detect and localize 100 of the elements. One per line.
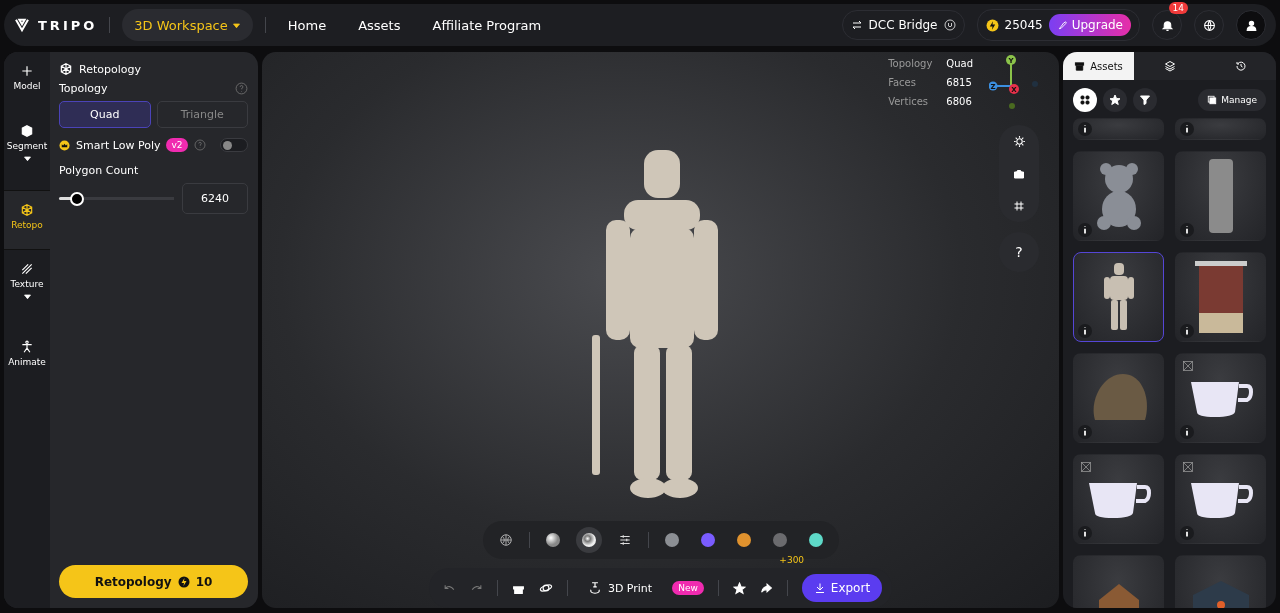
filter-button[interactable] bbox=[1103, 88, 1127, 112]
tool-rail-item[interactable]: Segment bbox=[4, 112, 50, 190]
asset-card[interactable] bbox=[1073, 252, 1164, 342]
stat-label: Topology bbox=[888, 58, 933, 69]
filter-button[interactable] bbox=[1133, 88, 1157, 112]
info-icon[interactable] bbox=[1078, 324, 1092, 338]
share-button[interactable] bbox=[759, 581, 773, 595]
tool-rail-item[interactable]: Model bbox=[4, 52, 50, 112]
camera-icon bbox=[1013, 168, 1025, 180]
star-icon bbox=[732, 581, 746, 595]
stat-label: Faces bbox=[888, 77, 917, 88]
profile-button[interactable] bbox=[1236, 10, 1266, 40]
lightning-coin-icon bbox=[177, 575, 190, 588]
mesh-icon bbox=[1182, 360, 1194, 372]
orbit-button[interactable] bbox=[538, 581, 553, 595]
bonus-label: +300 bbox=[779, 555, 805, 565]
manage-icon bbox=[1207, 95, 1218, 105]
upgrade-button[interactable]: Upgrade bbox=[1048, 14, 1131, 36]
glossy-sphere-icon bbox=[581, 533, 596, 547]
nav-link[interactable]: Affiliate Program bbox=[432, 17, 542, 33]
lightning-coin-icon bbox=[985, 18, 999, 32]
panel-title: Retopology bbox=[79, 62, 141, 76]
info-icon[interactable] bbox=[1180, 324, 1194, 338]
topology-option[interactable]: Triangle bbox=[156, 101, 248, 128]
bell-icon bbox=[1160, 18, 1174, 32]
grid-icon bbox=[1079, 94, 1091, 106]
tool-rail-item[interactable]: Texture bbox=[4, 250, 50, 328]
nav-link[interactable]: Home bbox=[287, 17, 327, 33]
retopology-button[interactable]: Retopology 10 bbox=[59, 565, 248, 598]
help-button[interactable]: ? bbox=[999, 232, 1039, 272]
export-button[interactable]: Export bbox=[801, 574, 883, 602]
asset-card[interactable] bbox=[1175, 252, 1266, 342]
star-icon bbox=[1109, 94, 1121, 106]
sliders-icon bbox=[617, 533, 632, 547]
asset-card[interactable] bbox=[1175, 353, 1266, 443]
crown-coin-icon bbox=[59, 139, 70, 151]
favorite-button[interactable] bbox=[732, 581, 746, 595]
help-icon bbox=[235, 82, 248, 95]
info-icon[interactable] bbox=[1180, 526, 1194, 540]
nav-link[interactable]: Assets bbox=[358, 17, 401, 33]
manage-button[interactable]: Manage bbox=[1198, 89, 1266, 111]
armored-figure-drawing bbox=[1101, 263, 1136, 331]
info-icon[interactable] bbox=[1078, 526, 1092, 540]
stat-value: Quad bbox=[946, 58, 973, 69]
tool-rail-item[interactable]: Animate bbox=[4, 328, 50, 388]
user-icon bbox=[1244, 18, 1258, 32]
caret-icon bbox=[22, 154, 32, 163]
3d-print-button[interactable]: 3D Print bbox=[581, 580, 659, 596]
info-icon[interactable] bbox=[1078, 425, 1092, 439]
cube-icon bbox=[20, 124, 34, 138]
version-badge: v2 bbox=[166, 138, 188, 152]
stat-value: 6806 bbox=[946, 96, 973, 107]
stat-label: Vertices bbox=[888, 96, 930, 107]
hatch-icon bbox=[20, 262, 34, 276]
logo-icon bbox=[14, 17, 30, 33]
stat-value: 6815 bbox=[946, 77, 973, 88]
wireframe-globe-icon bbox=[498, 533, 513, 547]
caret-icon bbox=[22, 292, 32, 301]
planet-icon bbox=[538, 581, 553, 595]
mesh-cube-icon bbox=[59, 62, 73, 76]
smart-low-poly-toggle[interactable] bbox=[220, 138, 248, 152]
topology-option[interactable]: Quad bbox=[59, 101, 151, 128]
asset-card[interactable] bbox=[1175, 454, 1266, 544]
tool-rail-item[interactable]: Retopo bbox=[4, 190, 50, 250]
polygon-count-field[interactable]: 6240 bbox=[182, 183, 248, 214]
info-icon[interactable] bbox=[1078, 223, 1092, 237]
info-icon[interactable] bbox=[1180, 425, 1194, 439]
swap-arrows-icon bbox=[850, 19, 863, 31]
mesh-icon bbox=[1182, 461, 1194, 473]
globe-icon bbox=[1202, 18, 1216, 32]
slider-thumb[interactable] bbox=[70, 191, 85, 206]
filter-button[interactable] bbox=[1073, 88, 1097, 112]
topology-label: Topology bbox=[59, 82, 109, 95]
smart-low-poly-label: Smart Low Poly bbox=[76, 138, 161, 152]
grid-hash-icon bbox=[1013, 200, 1025, 212]
download-icon bbox=[813, 582, 826, 594]
logo-text: TRIPO bbox=[38, 17, 98, 33]
engine-logo-icon bbox=[943, 19, 956, 31]
info-icon[interactable] bbox=[1078, 122, 1092, 136]
mesh-cube-icon bbox=[20, 203, 34, 217]
material-button[interactable] bbox=[575, 527, 602, 553]
archive-icon bbox=[1074, 60, 1086, 72]
info-icon[interactable] bbox=[1180, 122, 1194, 136]
new-badge: New bbox=[672, 581, 704, 595]
workspace-dropdown[interactable]: 3D Workspace bbox=[122, 9, 253, 41]
notification-badge: 14 bbox=[1168, 2, 1188, 14]
share-arrow-icon bbox=[759, 581, 773, 595]
credits-count: 25045 bbox=[1004, 18, 1043, 32]
sparkle-icon bbox=[20, 64, 34, 78]
layers-icon bbox=[1163, 60, 1176, 72]
filter-icon bbox=[1139, 94, 1151, 106]
mesh-icon bbox=[1080, 461, 1092, 473]
polygon-count-label: Polygon Count bbox=[59, 164, 140, 177]
asset-card[interactable] bbox=[1073, 454, 1164, 544]
figure-icon bbox=[20, 340, 34, 354]
light-icon bbox=[1012, 135, 1026, 148]
history-icon bbox=[1234, 60, 1247, 72]
panel-tab[interactable]: Assets bbox=[1063, 52, 1134, 80]
info-icon[interactable] bbox=[1180, 223, 1194, 237]
help-icon bbox=[193, 139, 206, 151]
